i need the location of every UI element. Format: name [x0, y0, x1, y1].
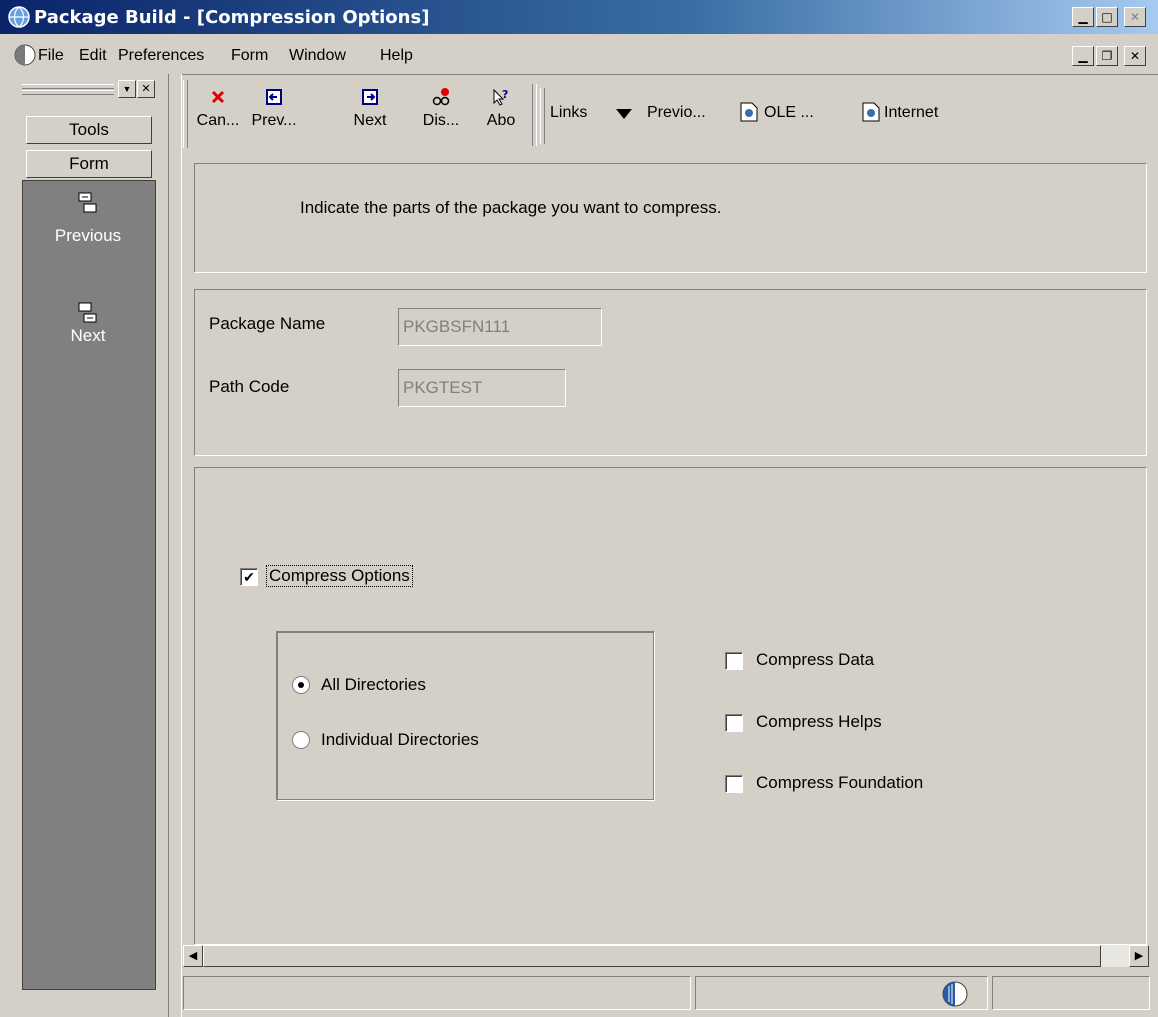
menu-edit[interactable]: Edit [79, 47, 107, 65]
previous-exit-icon[interactable] [78, 192, 98, 214]
title-bar: Package Build - [Compression Options] ▁ … [0, 0, 1158, 34]
toolbar-separator [532, 84, 537, 146]
tools-button[interactable]: Tools [26, 116, 152, 144]
svg-text:?: ? [502, 88, 508, 101]
display-label: Dis... [422, 112, 460, 129]
minimize-icon: ▁ [1078, 10, 1088, 24]
all-directories-label[interactable]: All Directories [321, 675, 426, 695]
checkmark-icon: ✔ [243, 569, 255, 585]
close-icon: ✕ [1129, 10, 1141, 24]
links-label: Links [550, 104, 588, 121]
previous-link-label: Previo... [647, 104, 706, 121]
ole-document-icon [740, 102, 758, 122]
scroll-left-button[interactable]: ◀ [183, 945, 203, 967]
individual-directories-radio[interactable] [292, 731, 310, 749]
menu-window[interactable]: Window [289, 47, 346, 65]
previous-link-button[interactable]: Previo... [613, 100, 733, 128]
minimize-button[interactable]: ▁ [1072, 7, 1094, 27]
next-exit-icon[interactable] [78, 302, 98, 324]
menu-file[interactable]: File [38, 47, 64, 65]
compress-foundation-checkbox[interactable] [725, 775, 743, 793]
ole-link-button[interactable]: OLE ... [740, 100, 840, 128]
previous-button[interactable]: Prev... [251, 84, 297, 146]
instruction-text: Indicate the parts of the package you wa… [300, 198, 722, 217]
next-exit-label[interactable]: Next [22, 326, 154, 346]
ole-link-label: OLE ... [764, 104, 814, 121]
document-globe-icon [14, 44, 36, 66]
whats-this-icon: ? [493, 88, 508, 106]
cancel-label: Can... [196, 112, 240, 129]
individual-directories-label[interactable]: Individual Directories [321, 730, 479, 750]
menu-form[interactable]: Form [231, 47, 268, 65]
about-button[interactable]: ? Abo [478, 84, 524, 146]
instruction-panel: Indicate the parts of the package you wa… [194, 163, 1147, 273]
status-globe-icon [942, 981, 968, 1007]
pane-grip [22, 90, 114, 95]
status-section [183, 976, 691, 1010]
form-button[interactable]: Form [26, 150, 152, 178]
child-restore-button[interactable]: ❐ [1096, 46, 1118, 66]
horizontal-scrollbar[interactable]: ◀ ▶ [183, 945, 1149, 967]
internet-link-label: Internet [884, 104, 939, 121]
glasses-icon [432, 88, 450, 106]
child-minimize-button[interactable]: ▁ [1072, 46, 1094, 66]
compress-data-label[interactable]: Compress Data [756, 650, 874, 670]
child-close-button[interactable]: ✕ [1124, 46, 1146, 66]
chevron-down-icon: ▼ [122, 84, 132, 94]
scroll-right-button[interactable]: ▶ [1129, 945, 1149, 967]
display-button[interactable]: Dis... [418, 84, 464, 146]
close-icon: ✕ [1129, 49, 1141, 63]
path-code-label: Path Code [209, 377, 290, 396]
pane-close-button[interactable]: ✕ [137, 80, 155, 98]
arrow-right-icon: ▶ [1134, 950, 1144, 962]
cancel-x-icon [211, 90, 225, 104]
maximize-button[interactable]: □ [1096, 7, 1118, 27]
directories-group: All Directories Individual Directories [276, 631, 655, 801]
compress-foundation-label[interactable]: Compress Foundation [756, 773, 923, 793]
scroll-thumb[interactable] [203, 945, 1101, 967]
pane-dropdown-button[interactable]: ▼ [118, 80, 136, 98]
package-name-label: Package Name [209, 314, 326, 333]
menu-help[interactable]: Help [380, 47, 413, 65]
close-icon: ✕ [141, 83, 151, 95]
menu-preferences[interactable]: Preferences [118, 47, 204, 65]
pane-grip[interactable] [22, 84, 114, 89]
status-section [992, 976, 1150, 1010]
internet-document-icon [862, 102, 880, 122]
options-panel: ✔ Compress Options All Directories Indiv… [194, 467, 1147, 945]
compress-options-checkbox[interactable]: ✔ [240, 568, 258, 586]
triangle-down-icon [616, 109, 632, 119]
pane-splitter[interactable] [168, 74, 182, 1017]
compress-options-label[interactable]: Compress Options [266, 565, 413, 587]
next-record-icon [362, 89, 378, 105]
header-panel: Package Name PKGBSFN111 Path Code PKGTES… [194, 289, 1147, 456]
toolbar-grip [183, 80, 188, 148]
previous-label: Prev... [251, 112, 297, 129]
package-name-field: PKGBSFN111 [398, 308, 602, 346]
previous-record-icon [266, 89, 282, 105]
window-title: Package Build - [Compression Options] [34, 7, 430, 28]
compress-helps-checkbox[interactable] [725, 714, 743, 732]
menu-bar: File Edit Preferences Form Window Help ▁… [0, 34, 1158, 75]
compress-helps-label[interactable]: Compress Helps [756, 712, 882, 732]
internet-link-button[interactable]: Internet [862, 100, 972, 128]
compress-data-checkbox[interactable] [725, 652, 743, 670]
maximize-icon: □ [1101, 10, 1113, 24]
previous-exit-label[interactable]: Previous [22, 226, 154, 246]
minimize-icon: ▁ [1078, 49, 1088, 63]
cancel-button[interactable]: Can... [195, 84, 241, 146]
toolbar-grip [540, 88, 545, 144]
path-code-field: PKGTEST [398, 369, 566, 407]
all-directories-radio[interactable] [292, 676, 310, 694]
next-label: Next [353, 112, 387, 129]
arrow-left-icon: ◀ [188, 950, 198, 962]
app-globe-icon [8, 6, 30, 28]
close-button[interactable]: ✕ [1124, 7, 1146, 27]
restore-icon: ❐ [1101, 49, 1113, 63]
next-button[interactable]: Next [347, 84, 393, 146]
about-label: Abo [486, 112, 516, 129]
